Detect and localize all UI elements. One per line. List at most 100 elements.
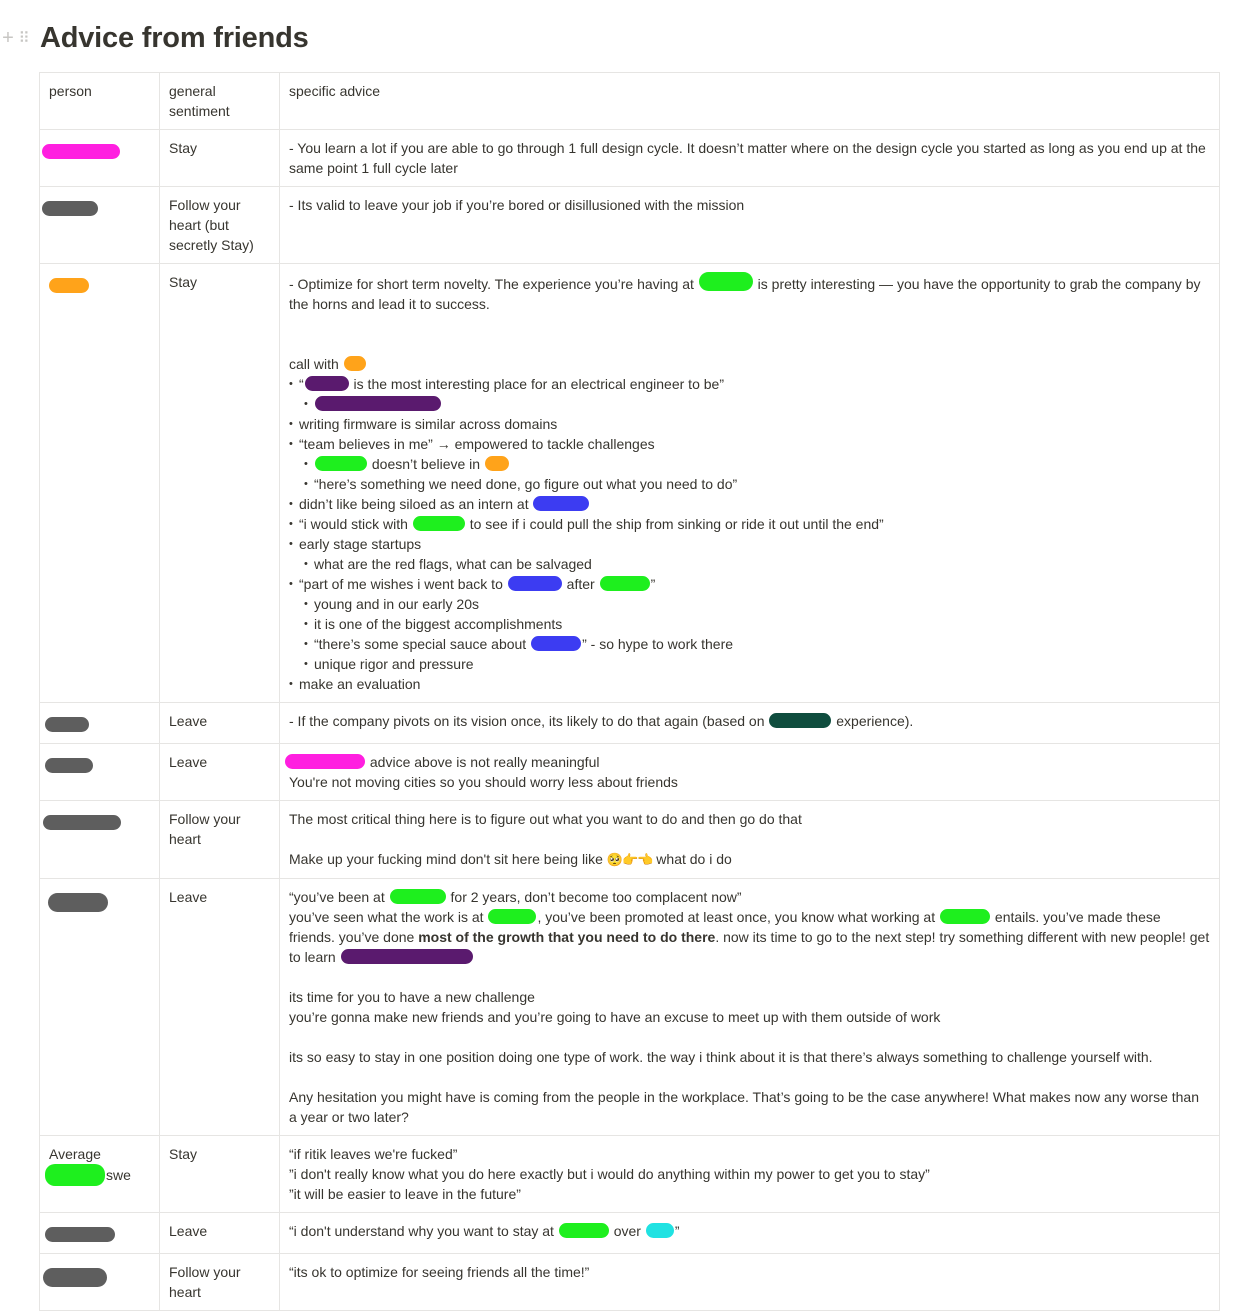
- person-cell[interactable]: [39, 743, 160, 801]
- drag-handle-icon[interactable]: ⠿: [16, 29, 30, 47]
- sentiment-cell[interactable]: Leave: [159, 743, 280, 801]
- sentiment-cell[interactable]: Leave: [159, 1212, 280, 1254]
- advice-line: “its ok to optimize for seeing friends a…: [289, 1264, 590, 1280]
- person-cell[interactable]: [39, 129, 160, 187]
- advice-cell[interactable]: “i don't understand why you want to stay…: [279, 1212, 1220, 1254]
- redacted-company: [412, 516, 465, 531]
- person-cell[interactable]: [39, 1212, 160, 1254]
- advice-line: “you’ve been at for 2 years, don’t becom…: [289, 887, 1210, 907]
- advice-text: to see if i could pull the ship from sin…: [465, 516, 884, 532]
- sub-bullet-item: it is one of the biggest accomplishments: [289, 614, 1210, 634]
- column-header-advice[interactable]: specific advice: [279, 72, 1220, 130]
- advice-line: you’re gonna make new friends and you’re…: [289, 1009, 941, 1025]
- redacted-name: [45, 758, 93, 773]
- advice-text: “: [299, 376, 304, 392]
- table-row: Leave “i don't understand why you want t…: [39, 1212, 1220, 1254]
- sub-bullet-item: doesn’t believe in: [289, 454, 1210, 474]
- bullet-item: “part of me wishes i went back to after …: [289, 574, 1210, 594]
- advice-text: ”: [650, 576, 656, 592]
- advice-text: call with: [289, 356, 343, 372]
- bullet-item: “ is the most interesting place for an e…: [289, 374, 1210, 394]
- advice-line: “i don't understand why you want to stay…: [289, 1221, 1210, 1241]
- table-row: Follow your heart The most critical thin…: [39, 800, 1220, 879]
- advice-paragraph: you’ve seen what the work is at , you’ve…: [289, 907, 1210, 967]
- advice-line: its time for you to have a new challenge: [289, 989, 535, 1005]
- advice-text: ”: [674, 1223, 680, 1239]
- advice-text: what do i do: [652, 851, 732, 867]
- advice-cell[interactable]: advice above is not really meaningful Yo…: [279, 743, 1220, 801]
- advice-text: “i would stick with: [299, 516, 412, 532]
- bullet-item: early stage startups: [289, 534, 1210, 554]
- sub-bullet-item: “here’s something we need done, go figur…: [289, 474, 1210, 494]
- table-row: Leave advice above is not really meaning…: [39, 743, 1220, 801]
- block-handles: + ⠿: [0, 28, 40, 48]
- advice-line: ”it will be easier to leave in the futur…: [289, 1186, 521, 1202]
- column-header-person[interactable]: person: [39, 72, 160, 130]
- advice-cell[interactable]: - You learn a lot if you are able to go …: [279, 129, 1220, 187]
- advice-text: experience).: [832, 713, 914, 729]
- person-cell[interactable]: [39, 702, 160, 744]
- sub-bullet-item: unique rigor and pressure: [289, 654, 1210, 674]
- advice-text: - If the company pivots on its vision on…: [289, 713, 769, 729]
- advice-line: You're not moving cities so you should w…: [289, 774, 678, 790]
- advice-cell[interactable]: - Optimize for short term novelty. The e…: [279, 263, 1220, 703]
- advice-line: Make up your fucking mind don't sit here…: [289, 849, 1210, 870]
- table-row: Stay - You learn a lot if you are able t…: [39, 129, 1220, 187]
- advice-cell[interactable]: The most critical thing here is to figur…: [279, 800, 1220, 879]
- person-cell[interactable]: [39, 878, 160, 1136]
- sentiment-cell[interactable]: Leave: [159, 878, 280, 1136]
- advice-cell[interactable]: “if ritik leaves we're fucked” ”i don't …: [279, 1135, 1220, 1213]
- redacted-name: [43, 1268, 107, 1287]
- advice-line: - You learn a lot if you are able to go …: [289, 140, 1206, 176]
- advice-line: ”i don't really know what you do here ex…: [289, 1166, 930, 1182]
- advice-line: - If the company pivots on its vision on…: [289, 711, 1210, 731]
- table-header-row: person general sentiment specific advice: [39, 72, 1220, 130]
- page-header: + ⠿ Advice from friends: [0, 18, 309, 58]
- redacted-company: [698, 272, 753, 291]
- advice-line: call with: [289, 354, 1210, 374]
- sub-bullet-item: [289, 394, 1210, 414]
- redacted-company: [645, 1223, 674, 1238]
- redacted-name: [42, 201, 98, 216]
- person-cell[interactable]: [39, 263, 160, 703]
- sentiment-cell[interactable]: Stay: [159, 129, 280, 187]
- sentiment-cell[interactable]: Stay: [159, 1135, 280, 1213]
- person-label: Average: [49, 1146, 101, 1162]
- person-cell[interactable]: Average swe: [39, 1135, 160, 1213]
- advice-line: - Optimize for short term novelty. The e…: [289, 272, 1210, 314]
- redacted-company: [940, 909, 991, 924]
- advice-text: doesn’t believe in: [368, 456, 484, 472]
- advice-text: you’ve seen what the work is at: [289, 909, 488, 925]
- table-row: Average swe Stay “if ritik leaves we're …: [39, 1135, 1220, 1213]
- add-block-icon[interactable]: +: [0, 28, 16, 48]
- page-title: Advice from friends: [40, 21, 309, 54]
- bullet-item: didn’t like being siloed as an intern at: [289, 494, 1210, 514]
- redacted-name: [48, 893, 108, 912]
- person-cell[interactable]: [39, 186, 160, 264]
- redacted-company: [507, 576, 562, 591]
- redacted-name: [45, 1164, 105, 1186]
- sentiment-cell[interactable]: Follow your heart: [159, 800, 280, 879]
- advice-cell[interactable]: - Its valid to leave your job if you’re …: [279, 186, 1220, 264]
- advice-cell[interactable]: “you’ve been at for 2 years, don’t becom…: [279, 878, 1220, 1136]
- advice-line: Any hesitation you might have is coming …: [289, 1089, 1199, 1125]
- advice-text: “you’ve been at: [289, 889, 389, 905]
- advice-text: didn’t like being siloed as an intern at: [299, 496, 533, 512]
- sentiment-cell[interactable]: Stay: [159, 263, 280, 703]
- redacted-name: [285, 754, 365, 769]
- redacted-name: [484, 456, 509, 471]
- sentiment-cell[interactable]: Leave: [159, 702, 280, 744]
- advice-text: Make up your fucking mind don't sit here…: [289, 851, 607, 867]
- column-header-sentiment[interactable]: general sentiment: [159, 72, 280, 130]
- advice-cell[interactable]: - If the company pivots on its vision on…: [279, 702, 1220, 744]
- person-cell[interactable]: [39, 800, 160, 879]
- redacted-name: [42, 144, 120, 159]
- advice-text: for 2 years, don’t become too complacent…: [446, 889, 742, 905]
- sentiment-cell[interactable]: Follow your heart (but secretly Stay): [159, 186, 280, 264]
- bullet-item: “team believes in me” → empowered to tac…: [289, 434, 1210, 454]
- redacted-name: [343, 356, 366, 371]
- bullet-item: “i would stick with to see if i could pu…: [289, 514, 1210, 534]
